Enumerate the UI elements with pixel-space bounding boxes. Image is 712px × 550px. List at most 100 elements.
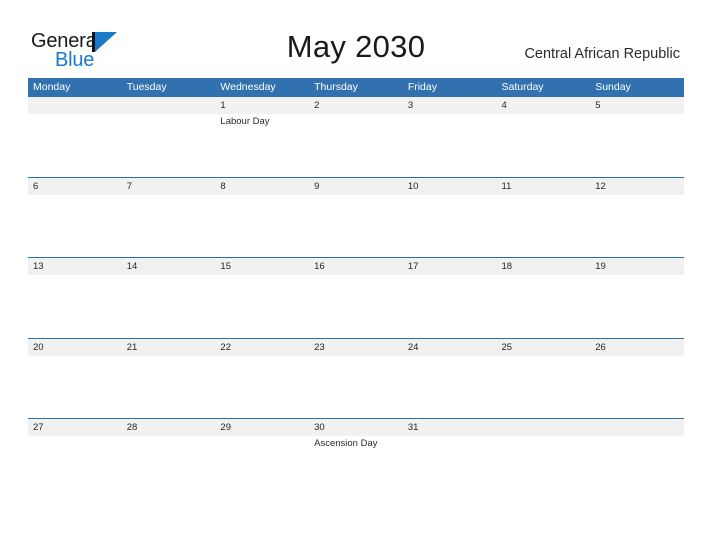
page-header: General Blue May 2030 Central African Re…	[0, 0, 712, 78]
day-number[interactable]: 22	[215, 339, 309, 356]
week-event-body	[28, 355, 684, 419]
day-cell[interactable]	[309, 195, 403, 258]
week-date-band: 20 21 22 23 24 25 26	[28, 338, 684, 356]
weekday-header-tuesday: Tuesday	[126, 81, 167, 93]
day-number[interactable]: 18	[497, 258, 591, 275]
day-number[interactable]: 6	[28, 178, 122, 195]
day-cell[interactable]	[28, 356, 122, 419]
day-number[interactable]: 20	[28, 339, 122, 356]
day-number[interactable]: 27	[28, 419, 122, 436]
day-number[interactable]: 9	[309, 178, 403, 195]
day-cell	[122, 114, 216, 177]
day-cell[interactable]	[403, 436, 497, 499]
day-number[interactable]: 15	[215, 258, 309, 275]
day-cell[interactable]	[590, 114, 684, 177]
day-cell[interactable]	[122, 356, 216, 419]
week-date-band: 27 28 29 30 31	[28, 419, 684, 436]
day-number[interactable]: 26	[590, 339, 684, 356]
day-number[interactable]: 21	[122, 339, 216, 356]
day-number[interactable]: 11	[497, 178, 591, 195]
day-number[interactable]: 8	[215, 178, 309, 195]
day-cell[interactable]	[215, 356, 309, 419]
day-cell[interactable]	[215, 436, 309, 499]
day-number[interactable]: 3	[403, 97, 497, 114]
day-cell[interactable]	[497, 195, 591, 258]
weekday-header-monday: Monday	[33, 81, 71, 93]
week-date-band: 12345	[28, 97, 684, 114]
day-cell[interactable]	[122, 195, 216, 258]
day-number[interactable]: 10	[403, 178, 497, 195]
calendar-week-row: 27 28 29 30 31 Ascension Day	[28, 418, 684, 499]
day-number[interactable]: 4	[497, 97, 591, 114]
week-event-body: Ascension Day	[28, 436, 684, 499]
day-cell[interactable]	[28, 275, 122, 338]
calendar-weeks: 1 2 3 4 5 Labour Day 6 7 8 9 10 11 12 13 14 15 16 17 18 19 2…	[28, 96, 684, 499]
country-label: Central African Republic	[524, 46, 680, 62]
week-date-band: 6 7 8 9 10 11 12	[28, 177, 684, 195]
day-cell[interactable]	[309, 356, 403, 419]
day-number[interactable]: 17	[403, 258, 497, 275]
day-cell[interactable]	[497, 356, 591, 419]
day-cell	[590, 436, 684, 499]
day-cell[interactable]	[215, 275, 309, 338]
day-number[interactable]: 23	[309, 339, 403, 356]
day-cell[interactable]	[590, 275, 684, 338]
weekday-header-friday: Friday	[407, 81, 437, 93]
day-number-empty	[497, 419, 591, 436]
calendar-page: General Blue May 2030 Central African Re…	[0, 0, 712, 550]
day-number[interactable]: 5	[590, 97, 684, 114]
day-cell[interactable]	[497, 275, 591, 338]
calendar-week-row: 1 2 3 4 5 Labour Day	[28, 96, 684, 177]
calendar-week-row: 13 14 15 16 17 18 19	[28, 257, 684, 338]
weekday-header-wednesday: Wednesday	[220, 81, 276, 93]
day-cell[interactable]	[497, 114, 591, 177]
day-cell[interactable]	[590, 195, 684, 258]
calendar-week-row: 20 21 22 23 24 25 26	[28, 337, 684, 419]
weekday-header-sunday: Sunday	[595, 81, 631, 93]
day-number[interactable]: 19	[590, 258, 684, 275]
day-cell[interactable]	[309, 275, 403, 338]
day-cell[interactable]	[28, 195, 122, 258]
calendar-grid: Monday Tuesday Wednesday Thursday Friday…	[28, 78, 684, 499]
day-number[interactable]: 12	[590, 178, 684, 195]
day-cell[interactable]	[403, 275, 497, 338]
day-number-empty	[28, 97, 122, 114]
day-number[interactable]: 1	[215, 97, 309, 114]
day-cell[interactable]	[403, 195, 497, 258]
week-event-body: Labour Day	[28, 114, 684, 177]
day-number[interactable]: 13	[28, 258, 122, 275]
day-number-empty	[122, 97, 216, 114]
day-number[interactable]: 7	[122, 178, 216, 195]
day-number[interactable]: 16	[309, 258, 403, 275]
holiday-event-label: Labour Day	[220, 116, 270, 127]
calendar-week-row: 6 7 8 9 10 11 12	[28, 176, 684, 258]
day-cell[interactable]: Labour Day	[215, 114, 309, 177]
day-cell	[28, 114, 122, 177]
day-number[interactable]: 29	[215, 419, 309, 436]
day-number[interactable]: 25	[497, 339, 591, 356]
weekday-header-row: Monday Tuesday Wednesday Thursday Friday…	[28, 78, 684, 96]
weekday-header-thursday: Thursday	[314, 81, 358, 93]
day-cell[interactable]	[309, 114, 403, 177]
day-cell[interactable]	[403, 356, 497, 419]
day-cell[interactable]	[590, 356, 684, 419]
day-number[interactable]: 30	[309, 419, 403, 436]
week-event-body	[28, 194, 684, 258]
day-cell[interactable]	[122, 436, 216, 499]
day-number-empty	[590, 419, 684, 436]
week-event-body	[28, 275, 684, 338]
day-number[interactable]: 14	[122, 258, 216, 275]
weekday-header-saturday: Saturday	[501, 81, 544, 93]
day-cell[interactable]	[28, 436, 122, 499]
week-date-band: 13 14 15 16 17 18 19	[28, 258, 684, 275]
day-number[interactable]: 24	[403, 339, 497, 356]
day-cell[interactable]	[215, 195, 309, 258]
holiday-event-label: Ascension Day	[314, 438, 378, 449]
day-cell[interactable]: Ascension Day	[309, 436, 403, 499]
day-number[interactable]: 28	[122, 419, 216, 436]
day-cell[interactable]	[403, 114, 497, 177]
day-cell	[497, 436, 591, 499]
day-number[interactable]: 31	[403, 419, 497, 436]
day-number[interactable]: 2	[309, 97, 403, 114]
day-cell[interactable]	[122, 275, 216, 338]
